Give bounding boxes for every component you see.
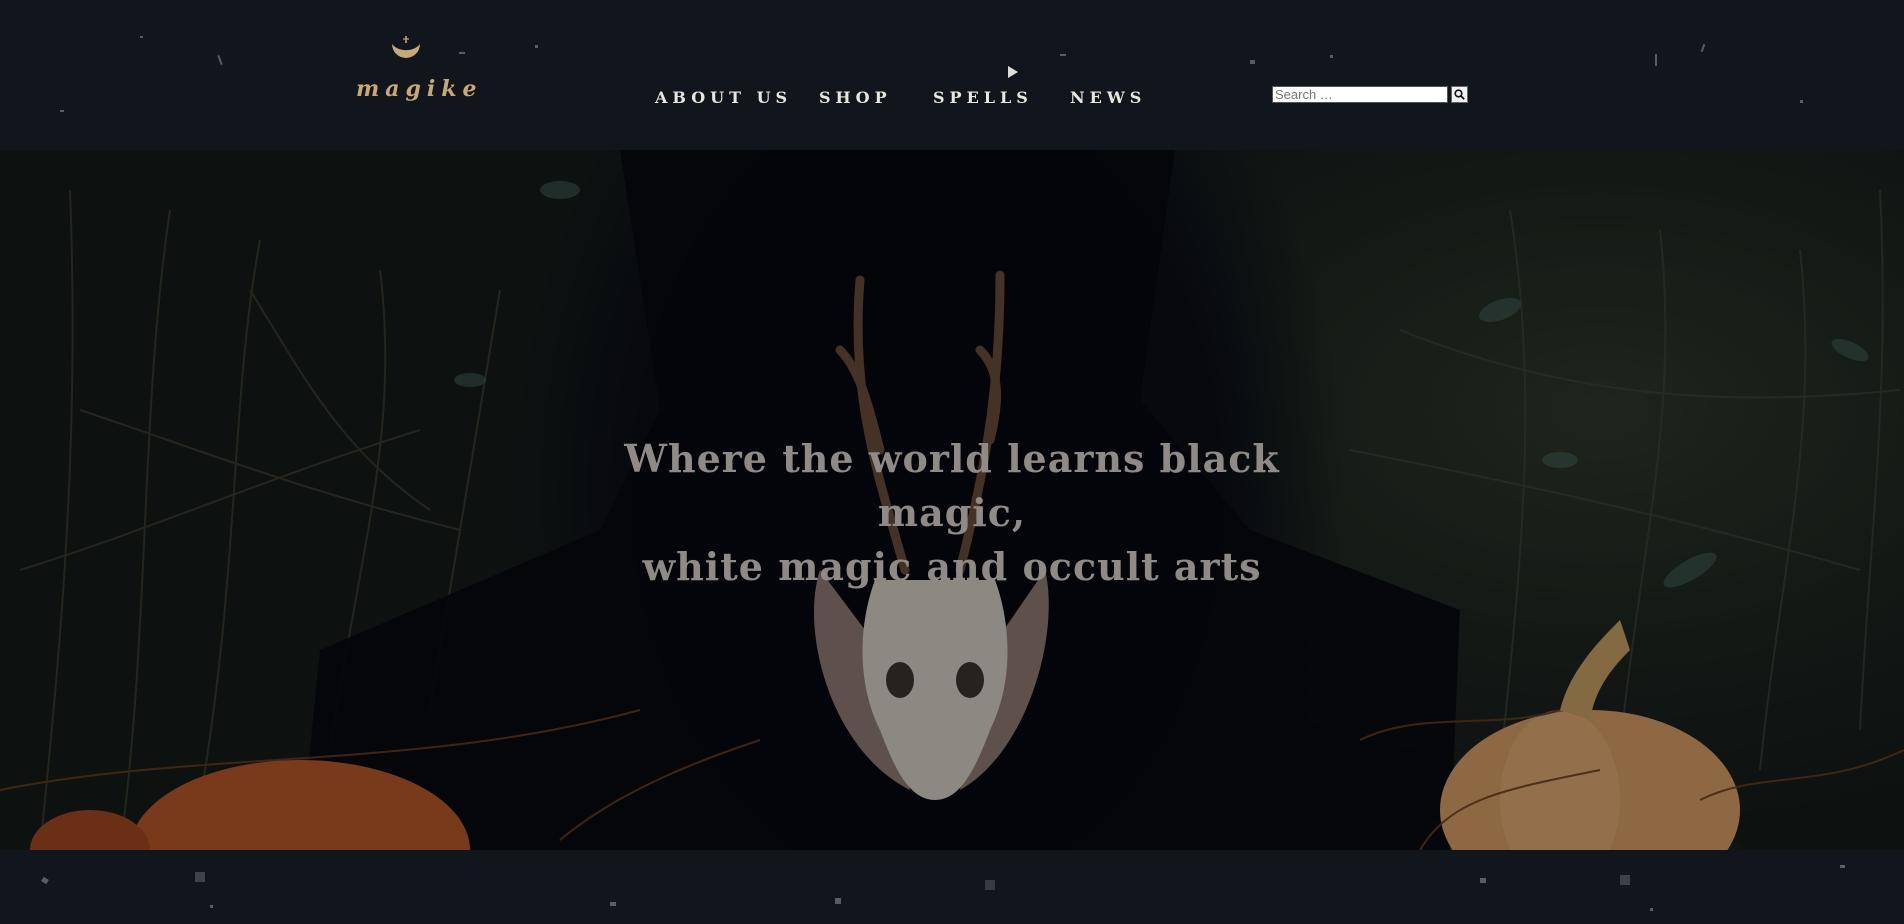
decor-speck bbox=[1655, 54, 1657, 66]
nav-item-spells[interactable]: SPELLS bbox=[933, 88, 1033, 107]
decor-speck bbox=[1800, 100, 1803, 103]
site-logo[interactable]: magike bbox=[356, 34, 483, 114]
logo-text: magike bbox=[356, 76, 483, 102]
decor-speck bbox=[210, 905, 213, 908]
site-header: magike ABOUT US SHOP SPELLS NEWS bbox=[0, 0, 1904, 150]
hero-title-line-1: Where the world learns black magic, bbox=[624, 436, 1280, 535]
hero-title: Where the world learns black magic, white… bbox=[552, 432, 1352, 594]
decor-speck bbox=[985, 880, 995, 890]
decor-speck bbox=[835, 898, 841, 904]
decor-speck bbox=[1650, 908, 1653, 911]
section-divider bbox=[0, 850, 1904, 924]
cursor-icon bbox=[1008, 66, 1018, 78]
decor-speck bbox=[459, 52, 465, 54]
nav-item-shop[interactable]: SHOP bbox=[819, 88, 892, 107]
hero-title-line-2: white magic and occult arts bbox=[642, 544, 1262, 589]
decor-speck bbox=[1620, 875, 1630, 885]
decor-speck bbox=[41, 876, 49, 885]
decor-speck bbox=[1480, 878, 1486, 883]
nav-item-news[interactable]: NEWS bbox=[1070, 88, 1146, 107]
decor-speck bbox=[1060, 54, 1066, 56]
decor-speck bbox=[60, 110, 64, 112]
hero-banner: Where the world learns black magic, white… bbox=[0, 150, 1904, 850]
search-icon bbox=[1454, 89, 1465, 100]
crescent-moon-icon bbox=[392, 36, 420, 58]
decor-speck bbox=[195, 872, 205, 882]
search-button[interactable] bbox=[1451, 86, 1468, 103]
decor-speck bbox=[535, 45, 538, 48]
decor-speck bbox=[1250, 60, 1255, 64]
decor-speck bbox=[1840, 865, 1845, 868]
decor-speck bbox=[217, 54, 223, 66]
decor-speck bbox=[140, 36, 143, 38]
decor-speck bbox=[610, 902, 616, 906]
nav-item-about-us[interactable]: ABOUT US bbox=[655, 88, 792, 107]
decor-speck bbox=[1330, 55, 1333, 58]
decor-speck bbox=[1700, 43, 1706, 53]
search-input[interactable] bbox=[1272, 86, 1448, 103]
